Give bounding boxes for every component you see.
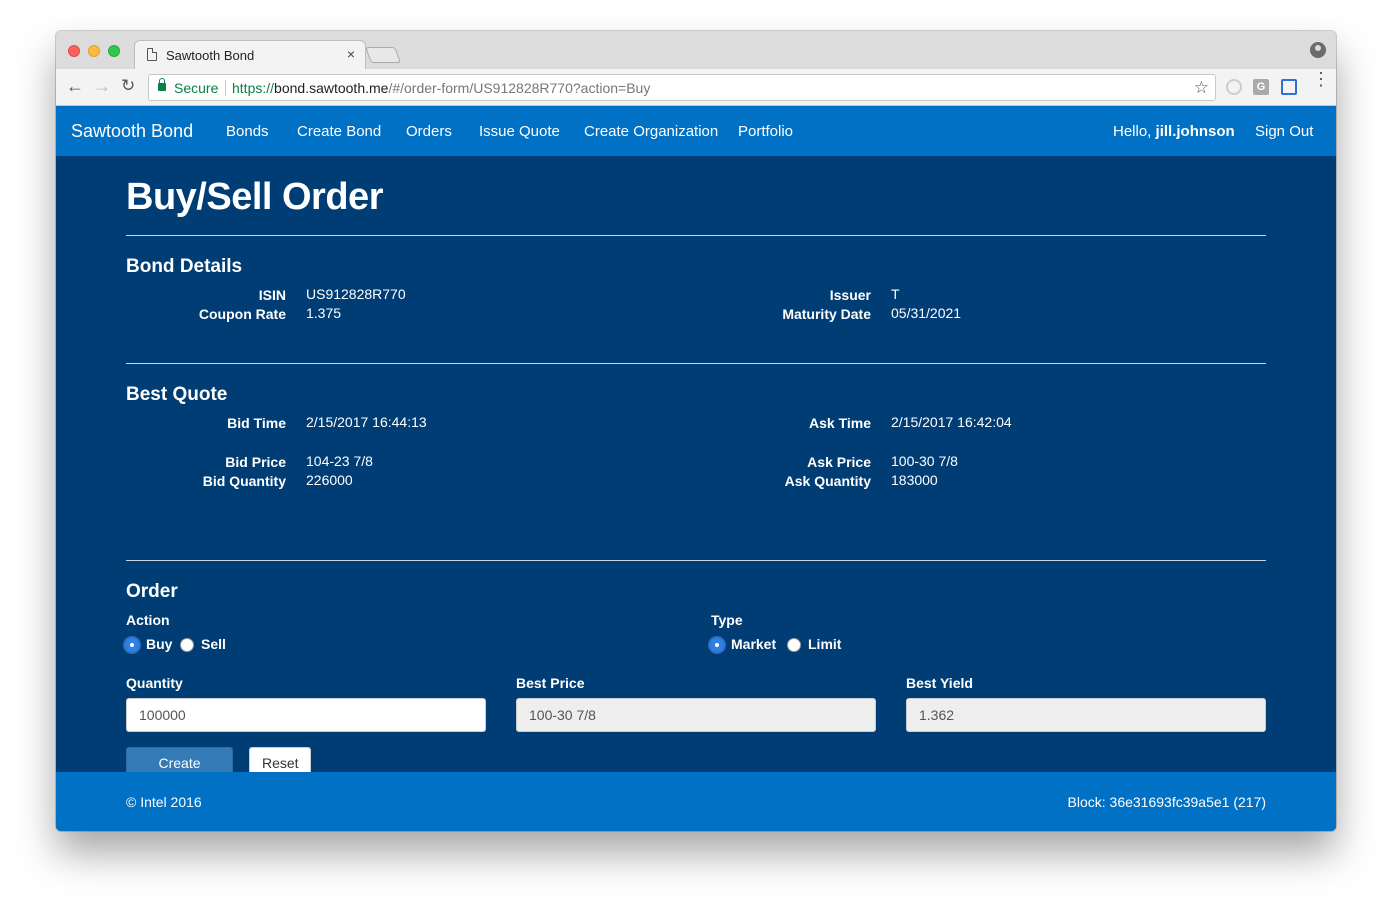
maximize-window-button[interactable] bbox=[108, 45, 120, 57]
issuer-value: T bbox=[891, 286, 900, 302]
secure-label: Secure bbox=[174, 80, 219, 96]
tab-close-icon[interactable]: × bbox=[347, 46, 355, 62]
bid-price-label: Bid Price bbox=[225, 454, 286, 470]
extension-icon[interactable] bbox=[1226, 79, 1242, 95]
screenshot-extension-icon[interactable] bbox=[1281, 79, 1297, 95]
action-sell-radio[interactable] bbox=[180, 638, 194, 652]
close-window-button[interactable] bbox=[68, 45, 80, 57]
page-title: Buy/Sell Order bbox=[126, 176, 383, 218]
document-icon bbox=[147, 48, 157, 61]
best-quote-heading: Best Quote bbox=[126, 384, 228, 405]
order-heading: Order bbox=[126, 581, 178, 602]
ask-time-value: 2/15/2017 16:42:04 bbox=[891, 414, 1012, 430]
quantity-input[interactable]: 100000 bbox=[126, 698, 486, 732]
profile-icon[interactable] bbox=[1310, 42, 1326, 58]
reload-icon[interactable]: ↻ bbox=[121, 76, 135, 96]
ask-time-label: Ask Time bbox=[809, 415, 871, 431]
nav-portfolio[interactable]: Portfolio bbox=[738, 123, 793, 140]
action-sell-label[interactable]: Sell bbox=[201, 636, 226, 652]
maturity-date-value: 05/31/2021 bbox=[891, 305, 962, 321]
ask-price-value: 100-30 7/8 bbox=[891, 453, 958, 469]
isin-value: US912828R770 bbox=[306, 286, 406, 302]
type-market-radio[interactable] bbox=[710, 638, 724, 652]
address-bar[interactable]: Secure https://bond.sawtooth.me/#/order-… bbox=[148, 74, 1216, 101]
bid-time-label: Bid Time bbox=[227, 415, 286, 431]
action-buy-label[interactable]: Buy bbox=[146, 636, 172, 652]
username: jill.johnson bbox=[1155, 123, 1235, 140]
bid-price-value: 104-23 7/8 bbox=[306, 453, 373, 469]
divider bbox=[126, 235, 1266, 236]
type-limit-label[interactable]: Limit bbox=[808, 636, 841, 652]
coupon-rate-label: Coupon Rate bbox=[198, 306, 286, 322]
tab-strip: Sawtooth Bond × bbox=[56, 31, 1336, 69]
ask-quantity-label: Ask Quantity bbox=[784, 473, 871, 489]
user-greeting: Hello, jill.johnson bbox=[1113, 123, 1235, 140]
action-buy-radio[interactable] bbox=[125, 638, 139, 652]
ask-price-label: Ask Price bbox=[807, 454, 871, 470]
footer: © Intel 2016 Block: 36e31693fc39a5e1 (21… bbox=[56, 772, 1336, 831]
browser-toolbar: ← → ↻ Secure https://bond.sawtooth.me/#/… bbox=[56, 69, 1336, 106]
type-market-label[interactable]: Market bbox=[731, 636, 776, 652]
page: Sawtooth Bond Bonds Create Bond Orders I… bbox=[56, 106, 1336, 831]
url-host: bond.sawtooth.me bbox=[274, 80, 389, 96]
best-yield-input: 1.362 bbox=[906, 698, 1266, 732]
bid-time-value: 2/15/2017 16:44:13 bbox=[306, 414, 427, 430]
block-info: Block: 36e31693fc39a5e1 (217) bbox=[1067, 794, 1266, 810]
url-protocol: https:// bbox=[232, 80, 275, 96]
nav-bonds[interactable]: Bonds bbox=[226, 123, 269, 140]
nav-create-bond[interactable]: Create Bond bbox=[297, 123, 381, 140]
brand-link[interactable]: Sawtooth Bond bbox=[71, 121, 193, 142]
copyright: © Intel 2016 bbox=[126, 794, 202, 810]
nav-issue-quote[interactable]: Issue Quote bbox=[479, 123, 560, 140]
greeting-text: Hello, bbox=[1113, 123, 1156, 140]
nav-orders[interactable]: Orders bbox=[406, 123, 452, 140]
url-path: /#/order-form/US912828R770?action=Buy bbox=[388, 80, 651, 96]
best-yield-label: Best Yield bbox=[906, 675, 973, 691]
isin-label: ISIN bbox=[258, 287, 286, 303]
action-label: Action bbox=[126, 612, 170, 628]
maturity-date-label: Maturity Date bbox=[782, 306, 871, 322]
bid-quantity-label: Bid Quantity bbox=[202, 473, 286, 489]
coupon-rate-value: 1.375 bbox=[306, 305, 342, 321]
best-price-input: 100-30 7/8 bbox=[516, 698, 876, 732]
issuer-label: Issuer bbox=[829, 287, 871, 303]
address-separator bbox=[225, 80, 226, 96]
lock-icon bbox=[158, 78, 166, 91]
type-limit-radio[interactable] bbox=[787, 638, 801, 652]
forward-arrow-icon[interactable]: → bbox=[93, 76, 111, 97]
extension-g-icon[interactable]: G bbox=[1253, 79, 1269, 95]
sign-out-link[interactable]: Sign Out bbox=[1255, 123, 1313, 140]
url-text[interactable]: https://bond.sawtooth.me/#/order-form/US… bbox=[232, 80, 650, 96]
browser-tab[interactable]: Sawtooth Bond × bbox=[134, 40, 366, 69]
bond-details-heading: Bond Details bbox=[126, 256, 243, 277]
divider bbox=[126, 560, 1266, 561]
browser-menu-icon[interactable]: ⋮ bbox=[1312, 70, 1330, 88]
quantity-label: Quantity bbox=[126, 675, 183, 691]
best-price-label: Best Price bbox=[516, 675, 585, 691]
ask-quantity-value: 183000 bbox=[891, 472, 938, 488]
new-tab-button[interactable] bbox=[365, 47, 401, 63]
back-arrow-icon[interactable]: ← bbox=[66, 76, 84, 97]
bookmark-star-icon[interactable]: ☆ bbox=[1194, 78, 1209, 98]
bid-quantity-value: 226000 bbox=[306, 472, 353, 488]
nav-create-organization[interactable]: Create Organization bbox=[584, 123, 718, 140]
tab-title: Sawtooth Bond bbox=[166, 48, 255, 63]
minimize-window-button[interactable] bbox=[88, 45, 100, 57]
type-label: Type bbox=[711, 612, 743, 628]
navbar: Sawtooth Bond Bonds Create Bond Orders I… bbox=[56, 106, 1336, 156]
browser-window: Sawtooth Bond × ← → ↻ Secure https://bon… bbox=[56, 31, 1336, 831]
divider bbox=[126, 363, 1266, 364]
